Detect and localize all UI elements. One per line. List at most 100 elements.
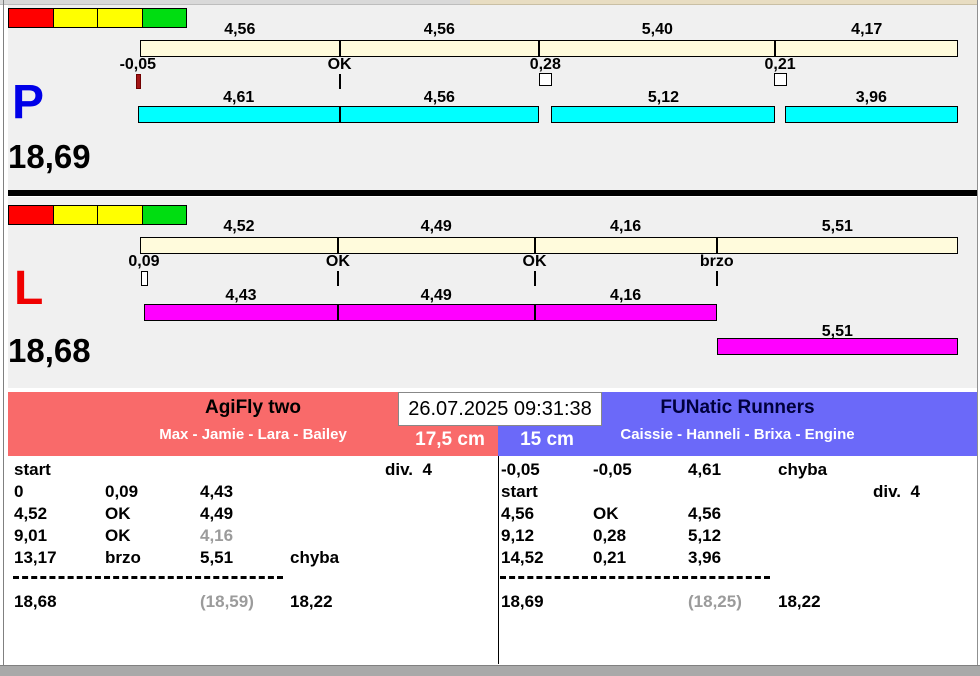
dog-time-label: 4,16 bbox=[610, 287, 642, 304]
early-start-marker bbox=[135, 74, 141, 89]
table-cell: 4,43 bbox=[200, 482, 234, 501]
table-cell: chyba bbox=[290, 548, 340, 567]
table-cell: (18,59) bbox=[200, 592, 254, 611]
results-divider bbox=[498, 456, 499, 664]
table-cell: 4,56 bbox=[501, 504, 535, 523]
split-bar-segment bbox=[716, 237, 958, 254]
change-label: brzo bbox=[699, 253, 734, 270]
lane-letter-p: P bbox=[12, 76, 45, 129]
start-light-cell-l bbox=[8, 205, 54, 225]
dog-time-label: 4,43 bbox=[225, 287, 257, 304]
start-light-p bbox=[8, 8, 187, 28]
change-gap-marker bbox=[140, 271, 148, 286]
table-cell: 0 bbox=[14, 482, 24, 501]
change-tick bbox=[336, 271, 339, 286]
split-bar-segment bbox=[337, 237, 535, 254]
table-cell: 9,01 bbox=[14, 526, 48, 545]
table-cell: div. 4 bbox=[385, 460, 432, 479]
panel-divider bbox=[8, 190, 977, 196]
start-light-cell-p bbox=[141, 8, 187, 28]
table-cell: 4,16 bbox=[200, 526, 234, 545]
bottom-edge-strip bbox=[0, 665, 980, 676]
table-cell: brzo bbox=[105, 548, 141, 567]
table-cell: 5,12 bbox=[688, 526, 722, 545]
jump-height-right: 15 cm bbox=[520, 429, 574, 450]
table-cell: -0,05 bbox=[501, 460, 540, 479]
lane-total-l: 18,68 bbox=[8, 332, 91, 369]
race-timestamp: 26.07.2025 09:31:38 bbox=[398, 392, 602, 426]
split-bar-segment bbox=[339, 40, 540, 57]
results-area bbox=[9, 456, 977, 664]
table-cell: 0,28 bbox=[593, 526, 627, 545]
dog-time-bar bbox=[339, 106, 540, 123]
jump-height-left: 17,5 cm bbox=[415, 429, 485, 450]
table-cell: 14,52 bbox=[501, 548, 544, 567]
split-bar-segment bbox=[539, 40, 776, 57]
flyball-scoreboard-window: P 18,69 L 18,68 AgiFly two Max - Jamie -… bbox=[0, 0, 980, 676]
lane-letter-l: L bbox=[14, 262, 44, 315]
table-cell: 4,56 bbox=[688, 504, 722, 523]
table-separator bbox=[500, 576, 770, 579]
start-light-cell-p bbox=[52, 8, 98, 28]
dog-time-label: 4,49 bbox=[420, 287, 452, 304]
table-cell: 18,22 bbox=[290, 592, 333, 611]
table-separator bbox=[13, 576, 283, 579]
table-cell: 4,52 bbox=[14, 504, 48, 523]
start-light-cell-l bbox=[52, 205, 98, 225]
window-left-border bbox=[3, 0, 4, 676]
start-light-cell-p bbox=[8, 8, 54, 28]
dog-time-bar bbox=[784, 106, 958, 123]
change-label: 0,28 bbox=[529, 56, 561, 73]
table-cell: 18,69 bbox=[501, 592, 544, 611]
split-time-label: 4,56 bbox=[423, 21, 455, 38]
change-label: -0,05 bbox=[119, 56, 157, 73]
dog-time-label: 4,56 bbox=[423, 89, 455, 106]
table-cell: OK bbox=[593, 504, 619, 523]
panel-lane-p bbox=[8, 5, 977, 190]
change-label: OK bbox=[327, 56, 352, 73]
table-cell: 0,21 bbox=[593, 548, 627, 567]
table-cell: 0,09 bbox=[105, 482, 139, 501]
split-bar-segment bbox=[140, 237, 338, 254]
table-cell: 4,49 bbox=[200, 504, 234, 523]
start-light-cell-l bbox=[97, 205, 143, 225]
table-cell: 13,17 bbox=[14, 548, 57, 567]
dog-time-bar bbox=[534, 304, 717, 321]
table-cell: chyba bbox=[778, 460, 828, 479]
split-time-label: 5,51 bbox=[821, 218, 853, 235]
change-label: OK bbox=[325, 253, 350, 270]
change-tick bbox=[533, 271, 536, 286]
dog-time-bar bbox=[551, 106, 776, 123]
change-gap-box bbox=[538, 73, 552, 86]
split-time-label: 4,52 bbox=[223, 218, 255, 235]
split-time-label: 4,56 bbox=[224, 21, 256, 38]
dog-time-label: 4,61 bbox=[223, 89, 255, 106]
table-cell: 18,68 bbox=[14, 592, 57, 611]
lane-total-p: 18,69 bbox=[8, 138, 91, 175]
split-bar-segment bbox=[534, 237, 717, 254]
dog-time-bar bbox=[143, 304, 338, 321]
table-cell: 5,51 bbox=[200, 548, 234, 567]
split-time-label: 4,17 bbox=[851, 21, 883, 38]
change-label: 0,09 bbox=[128, 253, 160, 270]
dog-time-label: 5,12 bbox=[647, 89, 680, 106]
table-cell: start bbox=[501, 482, 538, 501]
dog-time-label: 3,96 bbox=[855, 89, 887, 106]
window-right-border bbox=[977, 0, 978, 676]
table-cell: -0,05 bbox=[593, 460, 632, 479]
table-cell: div. 4 bbox=[873, 482, 920, 501]
split-bar-segment bbox=[140, 40, 340, 57]
change-tick bbox=[338, 74, 341, 89]
start-light-l bbox=[8, 205, 187, 225]
split-time-label: 5,40 bbox=[641, 21, 673, 38]
split-time-label: 4,49 bbox=[420, 218, 452, 235]
start-light-cell-p bbox=[97, 8, 143, 28]
change-tick bbox=[715, 271, 718, 286]
change-label: OK bbox=[522, 253, 547, 270]
table-cell: 3,96 bbox=[688, 548, 722, 567]
dog-time-label: 5,51 bbox=[821, 323, 853, 340]
table-cell: OK bbox=[105, 504, 131, 523]
start-light-cell-l bbox=[141, 205, 187, 225]
table-cell: 9,12 bbox=[501, 526, 535, 545]
dog-time-bar bbox=[337, 304, 535, 321]
